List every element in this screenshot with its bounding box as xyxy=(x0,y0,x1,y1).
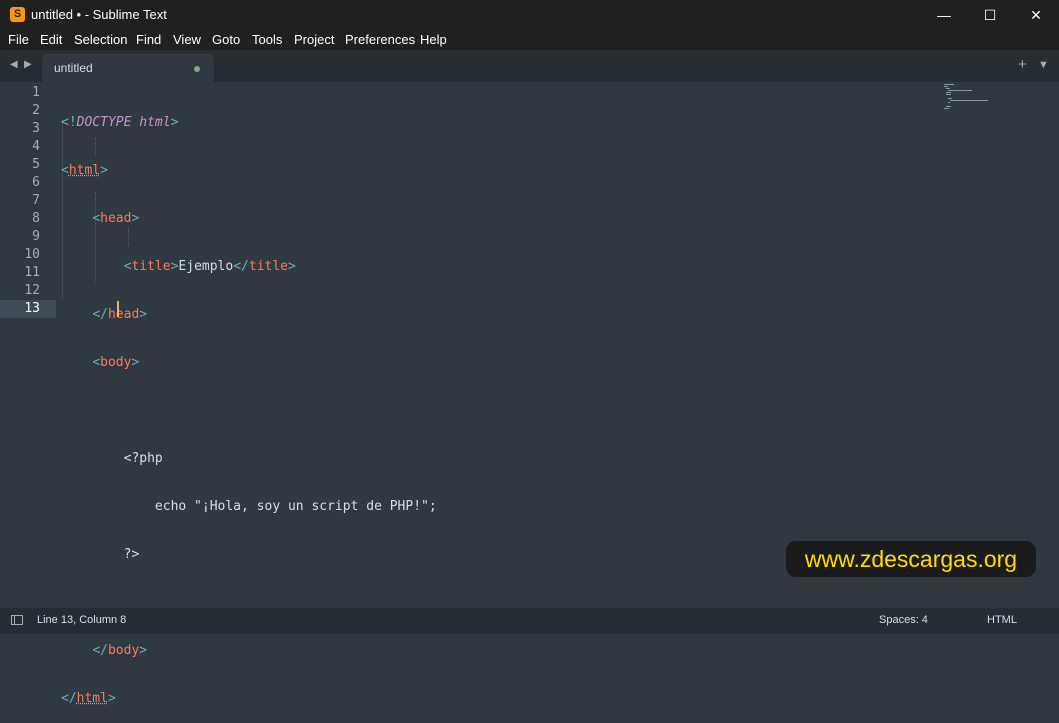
maximize-button[interactable]: ☐ xyxy=(967,0,1013,30)
title-bar: S untitled • - Sublime Text — ☐ ✕ xyxy=(0,0,1059,30)
code-line: <body> xyxy=(92,355,140,370)
line-number: 9 xyxy=(32,229,40,244)
line-number: 1 xyxy=(32,85,40,100)
tab-label: untitled xyxy=(54,61,93,75)
code-line: <?php xyxy=(61,451,163,466)
code-line: echo "¡Hola, soy un script de PHP!"; xyxy=(61,499,437,514)
line-number: 3 xyxy=(32,121,40,136)
panel-toggle-icon[interactable] xyxy=(11,615,23,625)
code-line: <title>Ejemplo</title> xyxy=(123,259,296,274)
minimize-button[interactable]: — xyxy=(921,0,967,30)
menu-help[interactable]: Help xyxy=(420,32,447,47)
window-title: untitled • - Sublime Text xyxy=(31,7,167,22)
menu-tools[interactable]: Tools xyxy=(252,32,282,47)
code-line: <head> xyxy=(92,211,140,226)
menu-goto[interactable]: Goto xyxy=(212,32,240,47)
line-number: 7 xyxy=(32,193,40,208)
menu-preferences[interactable]: Preferences xyxy=(345,32,415,47)
line-number: 11 xyxy=(24,265,40,280)
line-number: 4 xyxy=(32,139,40,154)
minimap[interactable] xyxy=(944,84,994,114)
tab-bar: ◀ ▶ untitled + ▼ xyxy=(0,50,1059,82)
unsaved-dot-icon[interactable] xyxy=(194,66,200,72)
cursor-position: Line 13, Column 8 xyxy=(37,614,127,626)
code-line: <html> xyxy=(61,163,108,178)
menu-find[interactable]: Find xyxy=(136,32,161,47)
menu-view[interactable]: View xyxy=(173,32,201,47)
menu-selection[interactable]: Selection xyxy=(74,32,127,47)
line-number: 2 xyxy=(32,103,40,118)
line-number: 6 xyxy=(32,175,40,190)
line-number: 12 xyxy=(24,283,40,298)
back-arrow-icon[interactable]: ◀ xyxy=(10,59,18,70)
forward-arrow-icon[interactable]: ▶ xyxy=(24,59,32,70)
menu-bar: File Edit Selection Find View Goto Tools… xyxy=(0,30,1059,50)
new-tab-icon[interactable]: + xyxy=(1018,56,1027,73)
syntax-selector[interactable]: HTML xyxy=(987,614,1017,626)
text-caret xyxy=(117,301,119,317)
close-button[interactable]: ✕ xyxy=(1013,0,1059,30)
line-number: 8 xyxy=(32,211,40,226)
code-line: </html> xyxy=(61,691,116,706)
code-line: ?> xyxy=(61,547,140,562)
tab-untitled[interactable]: untitled xyxy=(42,54,214,82)
line-number: 10 xyxy=(24,247,40,262)
current-line-number: 13 xyxy=(24,301,40,316)
tab-list-icon[interactable]: ▼ xyxy=(1038,59,1049,71)
watermark: www.zdescargas.org xyxy=(786,541,1036,577)
menu-project[interactable]: Project xyxy=(294,32,334,47)
code-line: <!DOCTYPE html> xyxy=(61,115,179,130)
menu-file[interactable]: File xyxy=(8,32,29,47)
line-number: 5 xyxy=(32,157,40,172)
status-bar: Line 13, Column 8 Spaces: 4 HTML xyxy=(0,608,1059,634)
menu-edit[interactable]: Edit xyxy=(40,32,62,47)
code-line: </body> xyxy=(92,643,148,658)
line-number-gutter[interactable]: 1 2 3 4 5 6 7 8 9 10 11 12 13 xyxy=(0,84,40,318)
sublime-logo-icon: S xyxy=(10,7,25,22)
indentation-setting[interactable]: Spaces: 4 xyxy=(879,614,928,626)
